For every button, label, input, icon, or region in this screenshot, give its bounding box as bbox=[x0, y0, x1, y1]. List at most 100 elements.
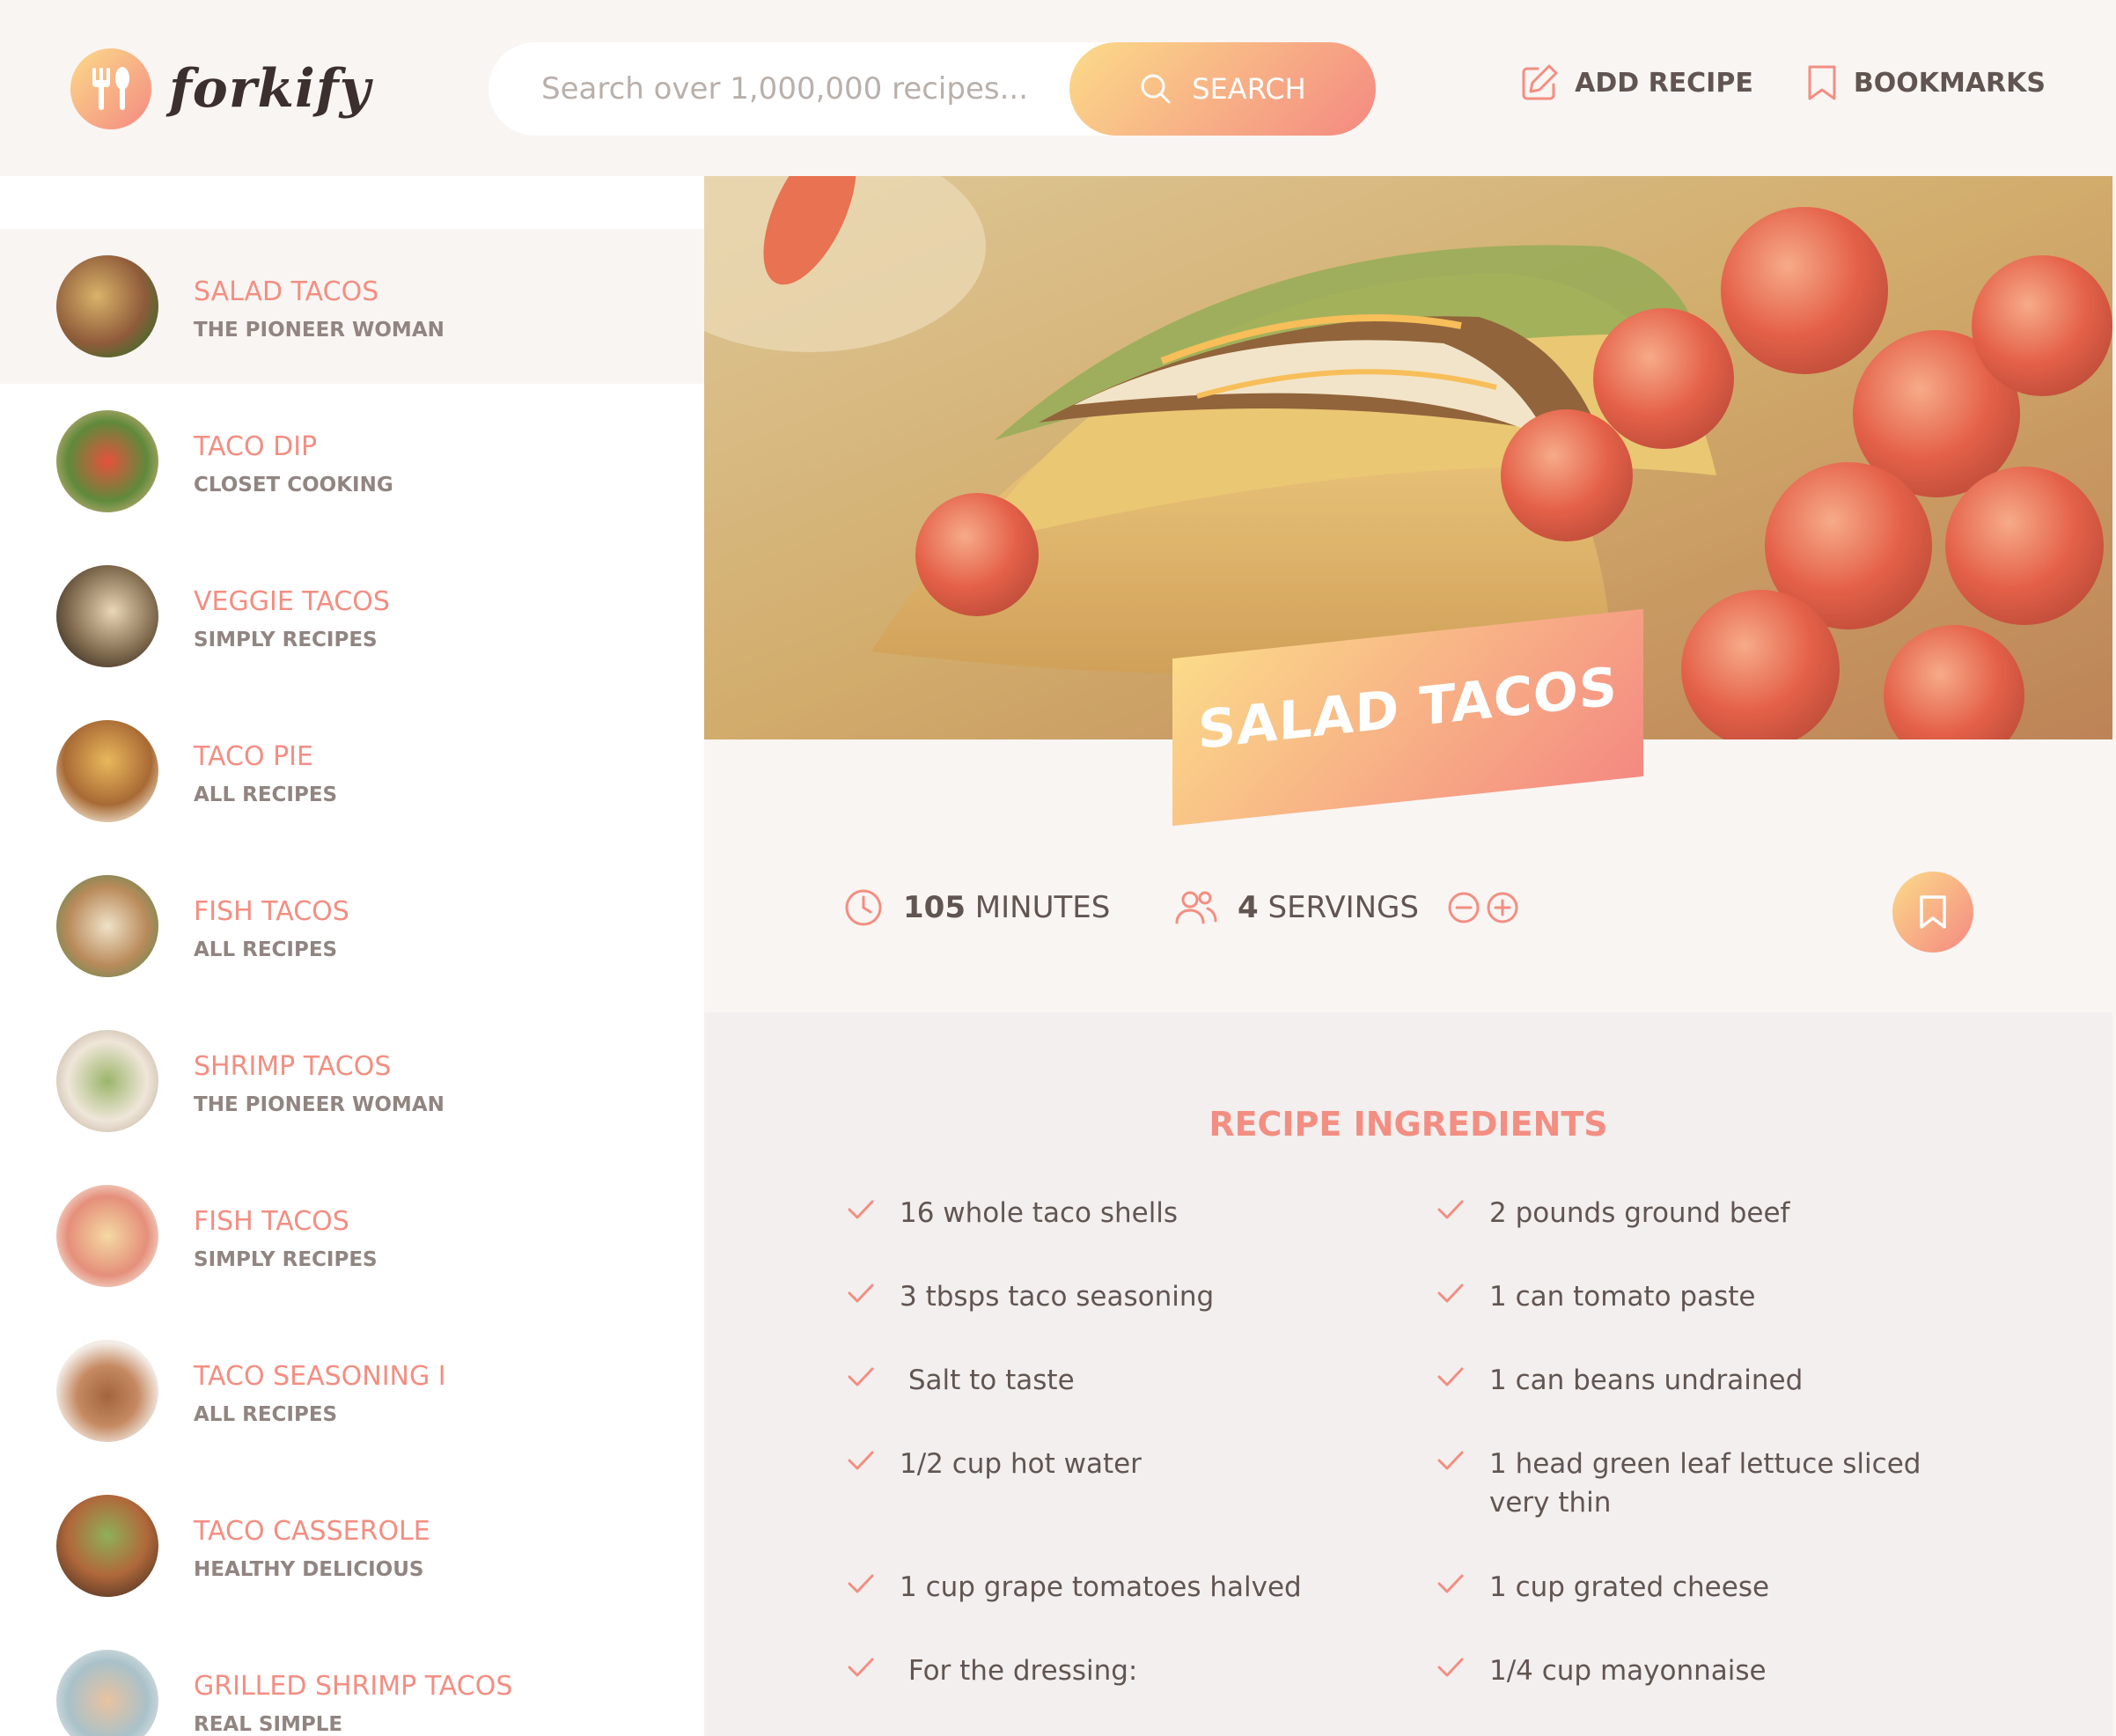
search-button[interactable]: SEARCH bbox=[1069, 42, 1376, 136]
servings: 4 SERVINGS bbox=[1174, 887, 1519, 928]
recipe-title: SALAD TACOS bbox=[1198, 655, 1618, 762]
result-item[interactable]: TACO DIP CLOSET COOKING bbox=[0, 384, 704, 539]
users-icon bbox=[1175, 891, 1217, 924]
check-icon bbox=[1437, 1200, 1464, 1219]
result-item[interactable]: SHRIMP TACOS THE PIONEER WOMAN bbox=[0, 1004, 704, 1159]
check-icon bbox=[848, 1658, 874, 1677]
cooking-time-value: 105 bbox=[903, 890, 966, 925]
recipe-thumbnail bbox=[56, 1340, 158, 1442]
ingredients-heading: RECIPE INGREDIENTS bbox=[1209, 1105, 1608, 1144]
result-title: VEGGIE TACOS bbox=[194, 586, 390, 617]
bookmarks-button[interactable]: BOOKMARKS bbox=[1806, 63, 2046, 102]
search-results: SALAD TACOS THE PIONEER WOMAN TACO DIP C… bbox=[0, 176, 704, 1736]
bookmark-recipe-button[interactable] bbox=[1892, 872, 1973, 953]
result-publisher: THE PIONEER WOMAN bbox=[194, 1093, 445, 1116]
result-publisher: THE PIONEER WOMAN bbox=[194, 319, 445, 342]
clock-icon bbox=[845, 889, 882, 926]
check-icon bbox=[848, 1200, 874, 1219]
result-publisher: HEALTHY DELICIOUS bbox=[194, 1558, 424, 1581]
ingredient-text: 2 pounds ground beef bbox=[1489, 1197, 1790, 1229]
result-item[interactable]: TACO CASSEROLE HEALTHY DELICIOUS bbox=[0, 1468, 704, 1623]
ingredient-text: 1 head green leaf lettuce sliced very th… bbox=[1489, 1448, 1921, 1519]
ingredient-item: 1/4 cup mayonnaise bbox=[1435, 1651, 1965, 1690]
servings-unit: SERVINGS bbox=[1267, 890, 1419, 925]
recipe-thumbnail bbox=[56, 565, 158, 667]
result-item[interactable]: SALAD TACOS THE PIONEER WOMAN bbox=[0, 229, 704, 384]
cooking-time: 105 MINUTES bbox=[843, 887, 1110, 928]
ingredient-text: 1 cup grape tomatoes halved bbox=[900, 1571, 1302, 1603]
ingredient-text: 16 whole taco shells bbox=[900, 1197, 1179, 1229]
result-title: FISH TACOS bbox=[194, 896, 349, 927]
check-icon bbox=[848, 1451, 874, 1470]
add-recipe-button[interactable]: ADD RECIPE bbox=[1520, 63, 1753, 102]
app-frame: forkify SEARCH ADD RECIPE bbox=[0, 0, 2116, 1736]
result-publisher: REAL SIMPLE bbox=[194, 1713, 343, 1736]
ingredient-item: 1 cup grape tomatoes halved bbox=[845, 1568, 1375, 1607]
minus-circle-icon[interactable] bbox=[1447, 891, 1480, 924]
check-icon bbox=[1437, 1451, 1464, 1470]
result-publisher: CLOSET COOKING bbox=[194, 474, 393, 497]
logo[interactable]: forkify bbox=[70, 48, 371, 129]
servings-value: 4 bbox=[1238, 890, 1259, 925]
edit-icon bbox=[1522, 64, 1558, 100]
recipe-thumbnail bbox=[56, 255, 158, 357]
ingredient-item: 2 pounds ground beef bbox=[1435, 1194, 1965, 1232]
ingredient-item: 1 head green leaf lettuce sliced very th… bbox=[1435, 1445, 1965, 1522]
top-nav: ADD RECIPE BOOKMARKS bbox=[1520, 63, 2046, 102]
result-publisher: ALL RECIPES bbox=[194, 783, 338, 806]
ingredient-text: Salt to taste bbox=[900, 1365, 1075, 1396]
search-button-label: SEARCH bbox=[1192, 72, 1306, 106]
header: forkify SEARCH ADD RECIPE bbox=[0, 0, 2116, 176]
result-publisher: SIMPLY RECIPES bbox=[194, 1248, 378, 1271]
result-publisher: SIMPLY RECIPES bbox=[194, 629, 378, 651]
check-icon bbox=[848, 1367, 874, 1387]
result-title: SALAD TACOS bbox=[194, 276, 379, 307]
result-title: TACO SEASONING I bbox=[194, 1361, 446, 1392]
add-recipe-label: ADD RECIPE bbox=[1575, 67, 1753, 99]
result-item[interactable]: TACO PIE ALL RECIPES bbox=[0, 694, 704, 849]
result-title: TACO PIE bbox=[194, 741, 313, 772]
bookmark-icon bbox=[1920, 895, 1946, 929]
ingredient-item: Salt to taste bbox=[845, 1361, 1375, 1400]
ingredient-text: 1 cup grated cheese bbox=[1489, 1571, 1770, 1603]
result-title: FISH TACOS bbox=[194, 1206, 349, 1237]
ingredient-text: 1/4 cup mayonnaise bbox=[1489, 1655, 1767, 1687]
recipe-thumbnail bbox=[56, 1495, 158, 1597]
result-item[interactable]: TACO SEASONING I ALL RECIPES bbox=[0, 1313, 704, 1468]
search-icon bbox=[1141, 74, 1171, 104]
recipe-thumbnail bbox=[56, 1185, 158, 1287]
ingredient-text: 1/2 cup hot water bbox=[900, 1448, 1142, 1480]
recipe-thumbnail bbox=[56, 720, 158, 822]
recipe-view: SALAD TACOS 105 MINUTES 4 SERVINGS RECIP… bbox=[704, 176, 2116, 1736]
ingredient-item: 3 tbsps taco seasoning bbox=[845, 1277, 1375, 1316]
result-item[interactable]: FISH TACOS ALL RECIPES bbox=[0, 849, 704, 1004]
ingredient-item: 1 cup grated cheese bbox=[1435, 1568, 1965, 1607]
result-item[interactable]: GRILLED SHRIMP TACOS REAL SIMPLE bbox=[0, 1623, 704, 1736]
plus-circle-icon[interactable] bbox=[1486, 891, 1519, 924]
result-title: TACO DIP bbox=[194, 431, 318, 462]
ingredient-text: 1 can tomato paste bbox=[1489, 1281, 1756, 1313]
bookmarks-label: BOOKMARKS bbox=[1853, 67, 2046, 99]
search-form: SEARCH bbox=[489, 42, 1376, 136]
ingredient-item: For the dressing: bbox=[845, 1651, 1375, 1690]
result-publisher: ALL RECIPES bbox=[194, 938, 338, 961]
check-icon bbox=[848, 1574, 874, 1593]
ingredient-item: 1 can beans undrained bbox=[1435, 1361, 1965, 1400]
result-publisher: ALL RECIPES bbox=[194, 1403, 338, 1426]
result-item[interactable]: FISH TACOS SIMPLY RECIPES bbox=[0, 1159, 704, 1313]
result-item[interactable]: VEGGIE TACOS SIMPLY RECIPES bbox=[0, 539, 704, 694]
check-icon bbox=[1437, 1574, 1464, 1593]
bookmark-icon bbox=[1808, 65, 1836, 100]
recipe-thumbnail bbox=[56, 410, 158, 512]
ingredient-item: 1 can tomato paste bbox=[1435, 1277, 1965, 1316]
result-title: SHRIMP TACOS bbox=[194, 1051, 392, 1082]
app-name: forkify bbox=[169, 58, 371, 120]
check-icon bbox=[1437, 1658, 1464, 1677]
result-title: TACO CASSEROLE bbox=[194, 1516, 430, 1547]
result-title: GRILLED SHRIMP TACOS bbox=[194, 1671, 513, 1702]
ingredient-text: For the dressing: bbox=[900, 1655, 1138, 1687]
ingredient-item: 1/2 cup hot water bbox=[845, 1445, 1375, 1483]
cooking-time-unit: MINUTES bbox=[974, 890, 1111, 925]
search-input[interactable] bbox=[541, 71, 1069, 107]
ingredient-item: 16 whole taco shells bbox=[845, 1194, 1375, 1232]
